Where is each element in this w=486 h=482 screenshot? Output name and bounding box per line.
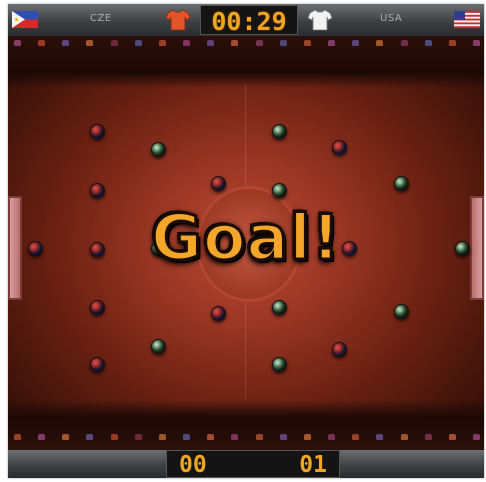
away-flag-icon (454, 11, 480, 28)
player-a[interactable] (90, 300, 105, 315)
goal-banner: Goal! (150, 200, 342, 276)
pitch[interactable]: Goal! (8, 36, 484, 450)
crowd-top (8, 36, 484, 88)
home-score: 00 (179, 452, 207, 478)
timer-value: 00:29 (211, 7, 287, 36)
player-b[interactable] (151, 339, 166, 354)
home-flag-icon (12, 11, 38, 28)
player-a[interactable] (211, 306, 226, 321)
top-hud: CZE 00:29 USA (8, 4, 484, 36)
player-b[interactable] (272, 183, 287, 198)
player-a[interactable] (211, 176, 226, 191)
match-timer: 00:29 (200, 5, 298, 36)
player-a[interactable] (332, 342, 347, 357)
home-shirt-icon (166, 9, 190, 31)
away-score: 01 (299, 452, 327, 478)
player-b[interactable] (272, 300, 287, 315)
player-b[interactable] (394, 304, 409, 319)
away-team-label: USA (380, 13, 403, 24)
player-b[interactable] (151, 142, 166, 157)
player-a[interactable] (90, 357, 105, 372)
player-a[interactable] (90, 183, 105, 198)
player-b[interactable] (394, 176, 409, 191)
crowd-bottom (8, 400, 484, 450)
bottom-hud: 00 01 (8, 450, 484, 478)
away-shirt-icon (308, 9, 332, 31)
player-b[interactable] (272, 124, 287, 139)
player-a[interactable] (90, 124, 105, 139)
player-b[interactable] (272, 357, 287, 372)
home-team-label: CZE (90, 13, 112, 24)
scoreboard: 00 01 (166, 450, 340, 478)
player-a[interactable] (332, 140, 347, 155)
game-screen: CZE 00:29 USA Goal! 00 01 (8, 4, 484, 478)
